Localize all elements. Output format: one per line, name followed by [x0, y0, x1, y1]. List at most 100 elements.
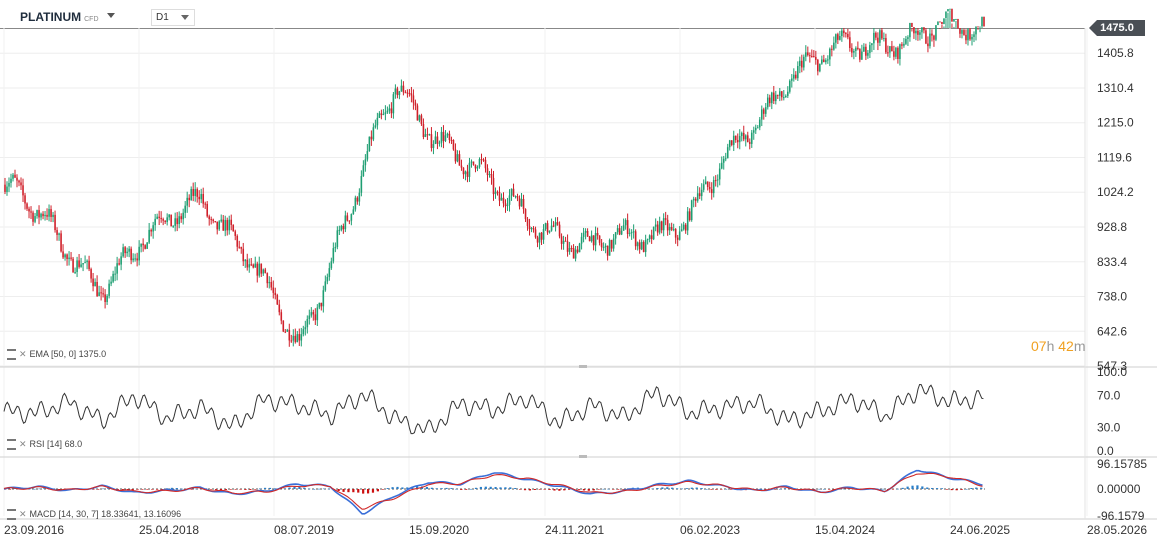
candle-body [354, 197, 357, 210]
candle-body [554, 222, 557, 227]
rsi-indicator-label[interactable]: ✕ RSI [14] 68.0 [7, 439, 82, 451]
macd-histogram-bar [528, 489, 532, 491]
candle-body [807, 52, 809, 56]
candle-body [656, 224, 659, 233]
candle-body [170, 214, 172, 227]
candle-body [508, 195, 511, 205]
candle-body [54, 214, 56, 231]
candle-body [342, 225, 345, 230]
candle-body [38, 210, 40, 218]
candle-body [624, 220, 627, 226]
candle-body [776, 94, 779, 96]
macd-histogram-bar [214, 489, 218, 490]
macd-histogram-bar [317, 488, 321, 490]
candle-body [710, 189, 713, 194]
candle-body [546, 223, 549, 233]
candle-body [718, 168, 721, 180]
close-icon[interactable]: ✕ [19, 439, 27, 449]
candle-body [606, 245, 609, 256]
candle-body [454, 149, 457, 162]
macd-histogram-bar [151, 489, 154, 490]
macd-histogram-bar [371, 489, 375, 493]
candle-body [362, 165, 365, 177]
candle-body [817, 59, 819, 72]
candle-body [316, 307, 319, 321]
resize-handle [579, 365, 587, 368]
candle-body [78, 260, 80, 267]
candle-body [686, 211, 689, 231]
candle-body [292, 335, 295, 341]
candle-body [664, 218, 667, 220]
candle-body [448, 133, 451, 140]
candle-body [859, 49, 861, 60]
macd-histogram-bar [391, 487, 394, 489]
candle-body [720, 162, 723, 169]
close-icon[interactable]: ✕ [19, 349, 27, 359]
candle-body [434, 136, 437, 145]
candle-body [516, 196, 519, 199]
candle-body [104, 294, 106, 303]
candle-body [168, 214, 170, 218]
candle-body [266, 273, 269, 284]
candle-body [584, 231, 587, 233]
candle-body [112, 273, 114, 282]
macd-histogram-bar [891, 489, 895, 490]
candle-body [134, 258, 136, 260]
candle-body [867, 52, 869, 56]
candle-body [786, 91, 789, 96]
macd-histogram-bar [268, 487, 272, 489]
candle-body [897, 47, 899, 59]
candle-body [366, 151, 369, 160]
candle-body [738, 136, 741, 143]
candle-body [28, 208, 30, 212]
candle-body [688, 211, 691, 221]
candle-body [14, 174, 16, 178]
chart-canvas[interactable]: 1405.8 1310.4 1215.0 1119.6 1024.2 928.8 833.4… [0, 0, 1157, 548]
candle-body [100, 292, 102, 294]
macd-histogram-bar [778, 488, 782, 490]
candle-body [286, 329, 289, 332]
candle-body [933, 35, 935, 40]
candle-body [967, 29, 969, 41]
price-tick-label: 1215.0 [1097, 116, 1134, 130]
candle-body [136, 258, 138, 261]
macd-histogram-bar [656, 488, 659, 489]
candle-body [678, 231, 681, 240]
candle-body [815, 57, 817, 60]
macd-histogram-bar [720, 489, 723, 490]
candle-body [192, 189, 194, 196]
close-icon[interactable]: ✕ [19, 509, 27, 519]
candle-body [18, 180, 20, 183]
macd-histogram-bar [263, 487, 267, 489]
menu-icon[interactable] [7, 349, 16, 361]
menu-icon[interactable] [7, 509, 16, 521]
macd-histogram-bar [759, 488, 762, 490]
macd-indicator-label[interactable]: ✕ MACD [14, 30, 7] 18.33641, 13.16096 [7, 509, 181, 521]
candle-body [234, 231, 237, 236]
ema-indicator-label[interactable]: ✕ EMA [50, 0] 1375.0 [7, 349, 106, 361]
macd-histogram-bar [896, 488, 899, 490]
candle-body [74, 272, 76, 274]
candle-body [869, 45, 871, 53]
candle-body [430, 134, 433, 149]
candle-body [895, 47, 897, 57]
candle-body [330, 261, 333, 269]
candle-body [736, 139, 739, 143]
candle-body [498, 192, 501, 201]
macd-histogram-bar [445, 487, 448, 489]
candle-body [62, 251, 64, 258]
candle-body [951, 8, 953, 22]
candle-body [692, 198, 695, 201]
candle-body [172, 225, 174, 227]
menu-icon[interactable] [7, 439, 16, 451]
macd-histogram-bar [484, 486, 487, 489]
macd-histogram-bar [102, 488, 105, 490]
candle-body [805, 52, 807, 57]
candle-body [795, 74, 797, 79]
candle-body [10, 178, 12, 183]
candle-body [84, 262, 86, 264]
macd-histogram-bar [440, 488, 443, 489]
candle-body [208, 216, 211, 220]
candle-body [957, 18, 959, 29]
candle-body [204, 203, 207, 205]
